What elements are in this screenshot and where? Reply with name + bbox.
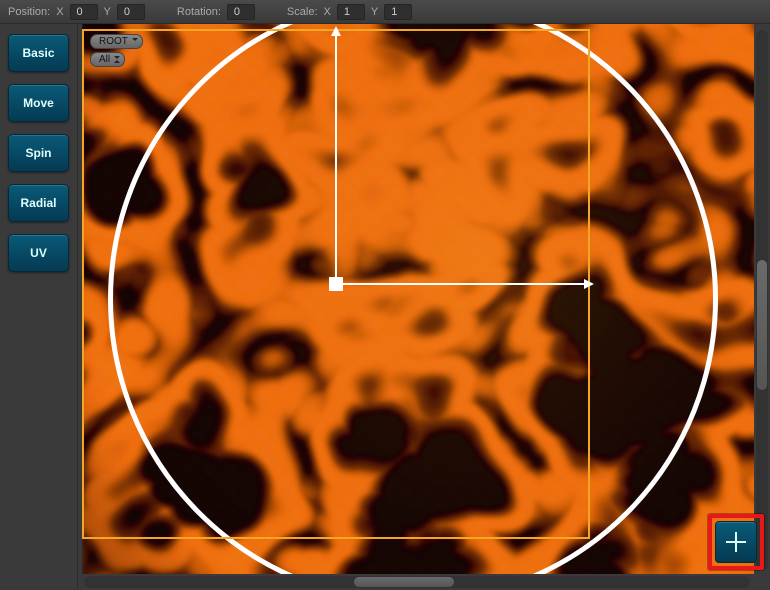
- position-label: Position:: [8, 6, 50, 18]
- tool-sidebar: Basic Move Spin Radial UV: [0, 24, 78, 590]
- tool-basic-button[interactable]: Basic: [8, 34, 69, 72]
- filter-dropdown[interactable]: All: [90, 52, 125, 67]
- horizontal-scroll-thumb[interactable]: [354, 577, 454, 587]
- x-label: X: [56, 6, 63, 18]
- add-button-highlight: [708, 514, 764, 570]
- radial-boundary: [108, 24, 718, 574]
- plus-icon: [723, 529, 749, 555]
- horizontal-scrollbar[interactable]: [84, 576, 750, 588]
- position-x-field[interactable]: 0: [70, 4, 98, 20]
- scale-y-label: Y: [371, 6, 378, 18]
- tool-uv-button[interactable]: UV: [8, 234, 69, 272]
- viewport[interactable]: ROOT All: [82, 24, 754, 574]
- scale-label: Scale:: [287, 6, 318, 18]
- rotation-label: Rotation:: [177, 6, 221, 18]
- vertical-scroll-thumb[interactable]: [757, 260, 767, 390]
- viewport-wrapper: ROOT All: [78, 24, 770, 590]
- root-dropdown[interactable]: ROOT: [90, 34, 143, 49]
- vertical-scrollbar[interactable]: [756, 30, 768, 570]
- tool-radial-button[interactable]: Radial: [8, 184, 69, 222]
- y-label: Y: [104, 6, 111, 18]
- scale-y-field[interactable]: 1: [384, 4, 412, 20]
- scale-x-field[interactable]: 1: [337, 4, 365, 20]
- add-button[interactable]: [715, 521, 757, 563]
- transform-toolbar: Position: X 0 Y 0 Rotation: 0 Scale: X 1…: [0, 0, 770, 24]
- scale-x-label: X: [324, 6, 331, 18]
- tool-spin-button[interactable]: Spin: [8, 134, 69, 172]
- position-y-field[interactable]: 0: [117, 4, 145, 20]
- rotation-field[interactable]: 0: [227, 4, 255, 20]
- tool-move-button[interactable]: Move: [8, 84, 69, 122]
